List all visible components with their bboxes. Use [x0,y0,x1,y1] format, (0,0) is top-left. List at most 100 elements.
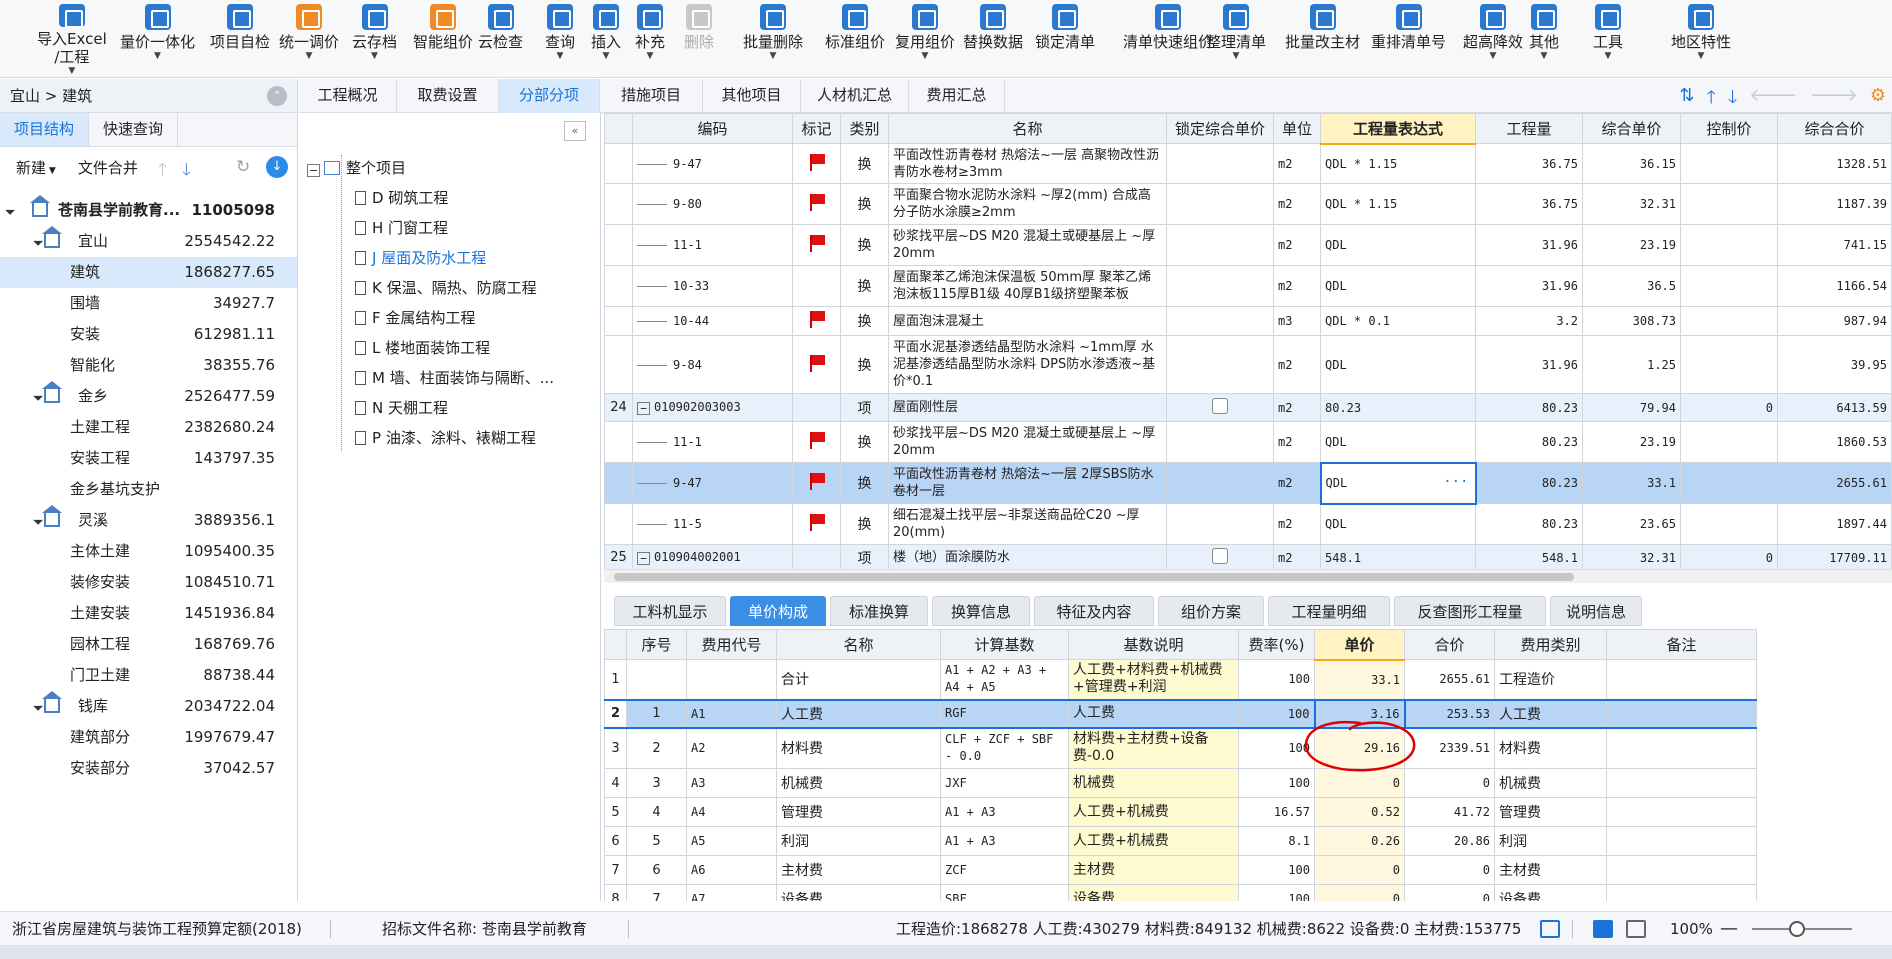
base-description-cell[interactable]: 材料费+主材费+设备费-0.0 [1068,727,1239,769]
unit-price-cell[interactable]: 33.1 [1314,659,1405,700]
base-description-cell[interactable]: 设备费 [1068,884,1239,901]
base-description-cell[interactable]: 机械费 [1068,768,1239,798]
lock-price-cell[interactable] [1166,462,1274,504]
main-tab[interactable]: 分部分项 [499,79,600,113]
quantity-cell[interactable]: 31.96 [1475,224,1583,266]
type-cell[interactable]: 换 [840,183,889,225]
file-merge-button[interactable]: 文件合并 [78,157,138,178]
fee-code-cell[interactable]: A3 [686,768,777,798]
division-tree-root[interactable]: − 整个项目 [307,153,406,183]
note-cell[interactable] [1606,698,1757,729]
control-price-cell[interactable]: 0 [1680,393,1778,422]
project-tree-item[interactable]: ◢ 灵溪 3889356.1 [0,505,297,536]
expand-arrow-icon[interactable]: ◢ [0,197,23,224]
project-tree-item[interactable]: 金乡基坑支护 [0,474,297,505]
toolbar-button-21[interactable]: 其他 ▼ [1529,0,1559,76]
table-row[interactable]: 9-47 换平面改性沥青卷材 热熔法~一层 2厚SBS防水卷材一层 m2 QDL ···… [604,461,1892,505]
fee-code-cell[interactable]: A5 [686,826,777,856]
project-tree-item[interactable]: 智能化 38355.76 [0,350,297,381]
note-cell[interactable] [1606,768,1757,798]
project-tree-item[interactable]: 安装部分 37042.57 [0,753,297,784]
mark-cell[interactable] [792,306,841,336]
lock-price-cell[interactable] [1166,503,1274,545]
quantity-cell[interactable]: 548.1 [1475,544,1583,569]
total-price-cell[interactable]: 987.94 [1777,306,1892,336]
layout-view-icon[interactable] [1593,920,1613,938]
toolbar-button-22[interactable]: 工具 ▼ [1593,0,1623,76]
calc-base-cell[interactable]: A1 + A3 [940,826,1069,856]
total-price-cell[interactable]: 6413.59 [1777,393,1892,422]
mark-cell[interactable] [792,393,841,422]
name-cell[interactable]: 屋面聚苯乙烯泡沫保温板 50mm厚 聚苯乙烯泡沫板115厚B1级 40厚B1级挤… [888,265,1167,307]
main-tab[interactable]: 人材机汇总 [801,79,909,113]
rate-cell[interactable]: 16.57 [1238,797,1315,827]
move-down-icon[interactable]: 🡓 [182,157,191,186]
calc-base-cell[interactable]: A1 + A3 [940,797,1069,827]
project-tree-item[interactable]: 建筑 1868277.65 [0,257,297,288]
total-price-cell[interactable]: 41.72 [1404,797,1495,827]
name-cell[interactable]: 平面改性沥青卷材 热熔法~一层 2厚SBS防水卷材一层 [888,462,1167,504]
unit-price-cell[interactable]: 32.31 [1582,544,1681,569]
sequence-cell[interactable]: 4 [626,797,687,827]
unit-price-cell[interactable]: 0 [1314,884,1405,901]
control-price-cell[interactable] [1680,462,1778,504]
more-options-icon[interactable]: ··· [1443,474,1468,490]
code-cell[interactable]: 9-47 [632,462,793,504]
column-header[interactable]: 综合合价 [1777,113,1892,144]
unit-cell[interactable]: m2 [1273,265,1321,307]
note-cell[interactable] [1606,826,1757,856]
quantity-cell[interactable]: 80.23 [1475,462,1583,504]
project-tree-item[interactable]: 土建工程 2382680.24 [0,412,297,443]
detail-tab[interactable]: 单价构成 [730,596,826,626]
fee-name-cell[interactable]: 机械费 [776,768,941,798]
quantity-expression-cell[interactable]: QDL * 1.15 [1320,143,1476,184]
control-price-cell[interactable] [1680,224,1778,266]
fee-name-cell[interactable]: 管理费 [776,797,941,827]
unit-cell[interactable]: m2 [1273,503,1321,545]
base-description-cell[interactable]: 主材费 [1068,855,1239,885]
quantity-cell[interactable]: 36.75 [1475,143,1583,184]
horizontal-scrollbar[interactable] [604,569,1892,583]
unit-price-cell[interactable]: 23.19 [1582,224,1681,266]
table-row[interactable]: 2 1 A1 人工费 RGF 人工费 100 3.16 253.53 人工费 [604,698,1757,729]
toolbar-button-0[interactable]: 导入Excel/工程 ▼ [37,0,107,76]
sequence-cell[interactable]: 7 [626,884,687,901]
move-up-icon[interactable]: 🡑 [1707,85,1716,115]
division-item[interactable]: F 金属结构工程 [355,303,475,333]
move-down-icon[interactable]: 🡓 [1728,85,1737,115]
code-cell[interactable]: 9-84 [632,335,793,394]
toolbar-button-13[interactable]: 复用组价 ▼ [895,0,955,76]
calc-base-cell[interactable]: SBF [940,884,1069,901]
toolbar-button-11[interactable]: 批量删除 ▼ [743,0,803,76]
base-description-cell[interactable]: 人工费+材料费+机械费+管理费+利润 [1068,659,1239,700]
detail-tab[interactable]: 特征及内容 [1034,596,1154,626]
code-cell[interactable]: 11-1 [632,421,793,463]
mark-cell[interactable] [792,265,841,307]
type-cell[interactable]: 换 [840,421,889,463]
table-row[interactable]: 25−010904002001 项楼（地）面涂膜防水 m2 548.1 548.1 32.… [604,544,1892,569]
detail-tab[interactable]: 工程量明细 [1268,596,1390,626]
fee-name-cell[interactable]: 利润 [776,826,941,856]
collapse-up-icon[interactable]: ⌃ [267,86,287,106]
name-cell[interactable]: 楼（地）面涂膜防水 [888,544,1167,569]
table-row[interactable]: 11-5 换细石混凝土找平层~非泵送商品砼C20 ~厚20(mm) m2 QDL 80.… [604,503,1892,545]
calc-base-cell[interactable]: JXF [940,768,1069,798]
name-cell[interactable]: 砂浆找平层~DS M20 混凝土或硬基层上 ~厚20mm [888,224,1167,266]
fee-category-cell[interactable]: 管理费 [1494,797,1607,827]
unit-cell[interactable]: m2 [1273,544,1321,569]
control-price-cell[interactable] [1680,335,1778,394]
project-tree-item[interactable]: 安装工程 143797.35 [0,443,297,474]
name-cell[interactable]: 平面改性沥青卷材 热熔法~一层 高聚物改性沥青防水卷材≥3mm [888,143,1167,184]
code-cell[interactable]: 11-1 [632,224,793,266]
collapse-row-icon[interactable]: − [637,552,650,565]
division-item[interactable]: J 屋面及防水工程 [355,243,486,273]
code-cell[interactable]: 9-80 [632,183,793,225]
column-header[interactable]: 名称 [776,629,941,660]
project-tree-item[interactable]: 建筑部分 1997679.47 [0,722,297,753]
column-header[interactable]: 工程量表达式 [1320,113,1476,145]
mark-cell[interactable] [792,183,841,225]
main-tab[interactable]: 费用汇总 [909,79,1005,113]
name-cell[interactable]: 细石混凝土找平层~非泵送商品砼C20 ~厚20(mm) [888,503,1167,545]
total-price-cell[interactable]: 2655.61 [1404,659,1495,700]
type-cell[interactable]: 换 [840,335,889,394]
